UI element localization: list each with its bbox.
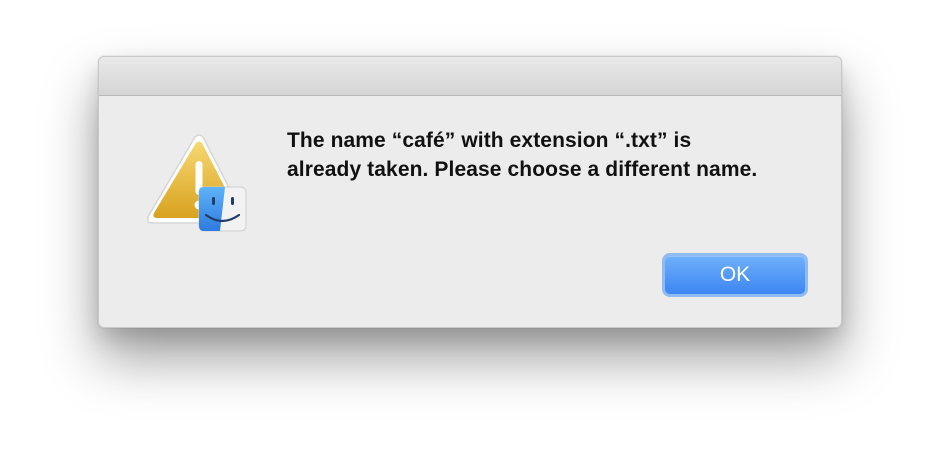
finder-icon [198, 186, 247, 232]
dialog-titlebar[interactable] [99, 57, 841, 96]
screen: The name “café” with extension “.txt” is… [0, 0, 939, 468]
ok-button[interactable]: OK [662, 253, 808, 297]
alert-dialog: The name “café” with extension “.txt” is… [98, 56, 842, 328]
alert-message: The name “café” with extension “.txt” is… [287, 129, 758, 181]
warning-triangle-icon [146, 134, 247, 232]
